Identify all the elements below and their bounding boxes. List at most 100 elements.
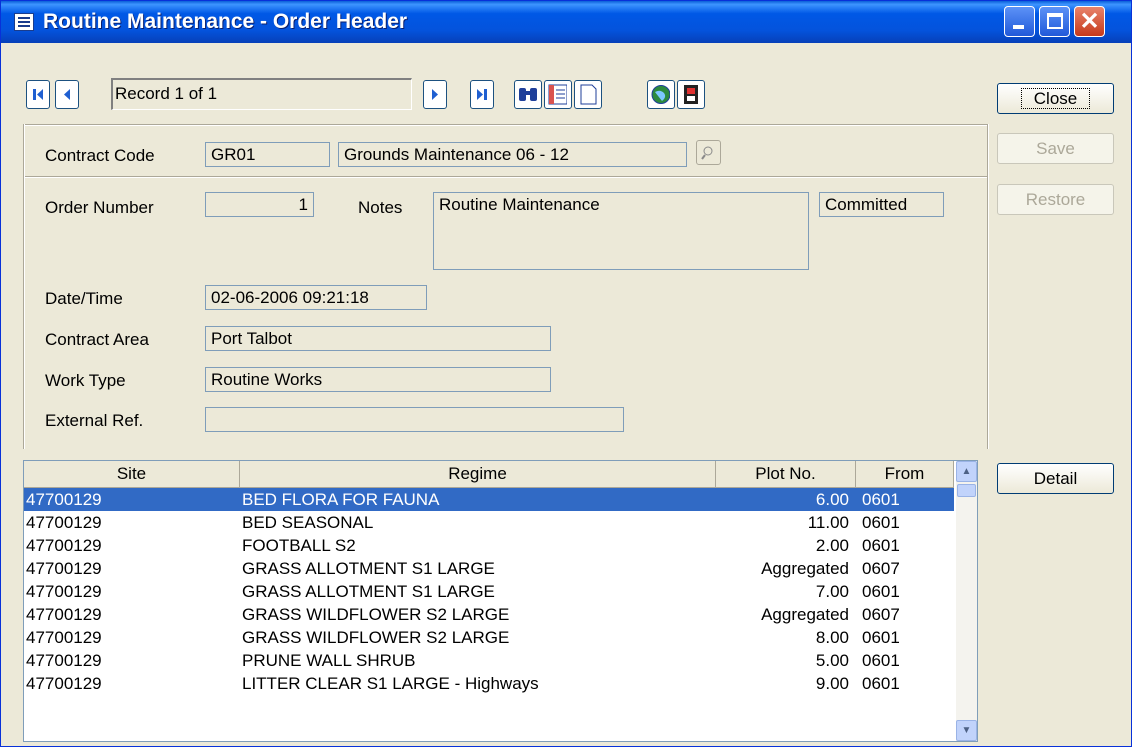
window-title: Routine Maintenance - Order Header	[43, 10, 408, 33]
order-number-label: Order Number	[45, 198, 154, 217]
cell-regime: BED SEASONAL	[242, 513, 374, 532]
cell-site: 47700129	[26, 513, 102, 532]
cell-regime: FOOTBALL S2	[242, 536, 356, 555]
form-middle-divider	[23, 176, 987, 178]
list-view-button[interactable]	[544, 80, 572, 109]
routine-maintenance-window: Routine Maintenance - Order Header ✕ Rec…	[0, 0, 1132, 747]
next-record-button[interactable]	[423, 80, 447, 109]
next-record-icon	[432, 89, 438, 100]
previous-record-icon	[64, 89, 70, 100]
detail-button[interactable]: Detail	[997, 463, 1114, 494]
cell-site: 47700129	[26, 605, 102, 624]
cell-regime: PRUNE WALL SHRUB	[242, 651, 416, 670]
previous-record-button[interactable]	[55, 80, 79, 109]
contract-code-field[interactable]: GR01	[205, 142, 330, 167]
cell-site: 47700129	[26, 628, 102, 647]
lookup-icon	[701, 146, 713, 160]
column-header-from[interactable]: From	[856, 461, 954, 487]
restore-button-label: Restore	[1025, 190, 1086, 209]
cell-from: 0601	[862, 513, 900, 532]
order-number-field[interactable]: 1	[205, 192, 314, 217]
form-left-border	[23, 124, 25, 449]
contract-name-field[interactable]: Grounds Maintenance 06 - 12	[338, 142, 687, 167]
cell-plot: 7.00	[815, 582, 849, 601]
record-indicator-box: Record 1 of 1	[111, 78, 412, 110]
first-record-icon	[33, 89, 43, 100]
table-row[interactable]: 47700129 GRASS WILDFLOWER S2 LARGE Aggrega…	[24, 603, 954, 626]
title-bar[interactable]: Routine Maintenance - Order Header ✕	[1, 1, 1131, 43]
cell-site: 47700129	[26, 651, 102, 670]
work-type-field[interactable]: Routine Works	[205, 367, 551, 392]
cell-from: 0607	[862, 605, 900, 624]
cell-regime: BED FLORA FOR FAUNA	[242, 490, 440, 509]
cell-from: 0601	[862, 490, 900, 509]
grid-header: Site Regime Plot No. From	[24, 461, 954, 488]
column-header-plot-no[interactable]: Plot No.	[716, 461, 856, 487]
new-record-button[interactable]	[574, 80, 602, 109]
table-row[interactable]: 47700129 BED SEASONAL 11.00 0601	[24, 511, 954, 534]
exit-button[interactable]	[677, 80, 705, 109]
table-row[interactable]: 47700129 BED FLORA FOR FAUNA 6.00 0601	[24, 488, 954, 511]
save-button[interactable]: Save	[997, 133, 1114, 164]
table-row[interactable]: 47700129 GRASS ALLOTMENT S1 LARGE Aggregat…	[24, 557, 954, 580]
cell-site: 47700129	[26, 674, 102, 693]
save-button-label: Save	[1036, 139, 1075, 158]
cell-regime: LITTER CLEAR S1 LARGE - Highways	[242, 674, 539, 693]
cell-from: 0601	[862, 628, 900, 647]
contract-area-field[interactable]: Port Talbot	[205, 326, 551, 351]
notes-field[interactable]: Routine Maintenance	[433, 192, 809, 270]
column-header-regime[interactable]: Regime	[240, 461, 716, 487]
cell-plot: Aggregated	[761, 605, 849, 624]
maximize-icon	[1047, 13, 1063, 29]
cell-plot: 2.00	[815, 536, 849, 555]
restore-button[interactable]: Restore	[997, 184, 1114, 215]
find-button[interactable]	[514, 80, 542, 109]
cell-site: 47700129	[26, 582, 102, 601]
cell-plot: 5.00	[815, 651, 849, 670]
cell-from: 0601	[862, 674, 900, 693]
contract-code-label: Contract Code	[45, 146, 155, 165]
scroll-up-button[interactable]: ▲	[956, 461, 977, 482]
cell-regime: GRASS ALLOTMENT S1 LARGE	[242, 582, 495, 601]
cell-site: 47700129	[26, 536, 102, 555]
status-field: Committed	[819, 192, 944, 217]
close-button-label: Close	[1020, 88, 1091, 109]
contract-lookup-button[interactable]	[696, 140, 721, 165]
scroll-down-button[interactable]: ▼	[956, 720, 977, 741]
cell-site: 47700129	[26, 490, 102, 509]
globe-icon	[651, 85, 670, 104]
work-type-label: Work Type	[45, 371, 126, 390]
table-row[interactable]: 47700129 GRASS ALLOTMENT S1 LARGE 7.00 0601	[24, 580, 954, 603]
cell-plot: 9.00	[815, 674, 849, 693]
cell-plot: 8.00	[815, 628, 849, 647]
datetime-field[interactable]: 02-06-2006 09:21:18	[205, 285, 427, 310]
web-button[interactable]	[647, 80, 675, 109]
close-window-button[interactable]: ✕	[1074, 6, 1105, 37]
minimize-button[interactable]	[1004, 6, 1035, 37]
notes-label: Notes	[358, 198, 403, 217]
record-indicator: Record 1 of 1	[115, 84, 218, 103]
maximize-button[interactable]	[1039, 6, 1070, 37]
table-row[interactable]: 47700129 LITTER CLEAR S1 LARGE - Highways…	[24, 672, 954, 695]
last-record-button[interactable]	[470, 80, 494, 109]
cell-plot: Aggregated	[761, 559, 849, 578]
datetime-label: Date/Time	[45, 289, 123, 308]
minimize-icon	[1013, 25, 1024, 29]
cell-plot: 6.00	[815, 490, 849, 509]
detail-button-label: Detail	[1033, 469, 1078, 488]
first-record-button[interactable]	[26, 80, 50, 109]
regime-grid[interactable]: Site Regime Plot No. From 47700129 BED FL…	[23, 460, 978, 742]
form-top-divider	[23, 124, 987, 126]
table-row[interactable]: 47700129 FOOTBALL S2 2.00 0601	[24, 534, 954, 557]
table-row[interactable]: 47700129 GRASS WILDFLOWER S2 LARGE 8.00 060…	[24, 626, 954, 649]
close-icon: ✕	[1079, 8, 1100, 35]
column-header-site[interactable]: Site	[24, 461, 240, 487]
external-ref-field[interactable]	[205, 407, 624, 432]
close-button[interactable]: Close	[997, 83, 1114, 114]
cell-from: 0607	[862, 559, 900, 578]
scroll-thumb[interactable]	[957, 484, 976, 497]
cell-regime: GRASS WILDFLOWER S2 LARGE	[242, 628, 510, 647]
cell-from: 0601	[862, 651, 900, 670]
grid-scrollbar[interactable]: ▲ ▼	[956, 461, 977, 741]
table-row[interactable]: 47700129 PRUNE WALL SHRUB 5.00 0601	[24, 649, 954, 672]
